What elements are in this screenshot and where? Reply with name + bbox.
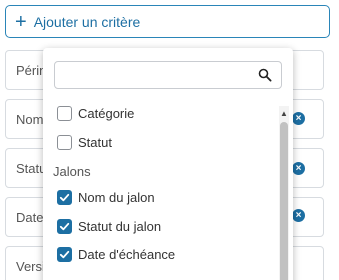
- scrollbar-thumb[interactable]: [280, 122, 288, 280]
- criterion-field-label: Périn: [16, 62, 47, 78]
- criterion-field-label: Date: [16, 209, 44, 225]
- criteria-dropdown: Catégorie Statut Jalons Nom du jalon Sta…: [43, 48, 293, 280]
- list-item-label: Catégorie: [78, 105, 135, 121]
- checkmark-icon: [59, 250, 70, 258]
- list-item-category[interactable]: Catégorie: [57, 104, 134, 122]
- group-label-milestones: Jalons: [53, 164, 91, 179]
- checkbox-milestone-name[interactable]: [57, 189, 72, 205]
- criterion-field-label: Versi: [16, 258, 45, 274]
- list-item-label: Date d'échéance: [78, 246, 176, 262]
- add-criterion-label: Ajouter un critère: [33, 13, 141, 30]
- criterion-field-label: Statu: [16, 160, 47, 176]
- remove-criterion-icon[interactable]: ×: [292, 162, 305, 175]
- checkbox-category[interactable]: [57, 105, 72, 121]
- search-input[interactable]: [55, 62, 255, 88]
- remove-criterion-icon[interactable]: ×: [292, 209, 305, 222]
- list-item-milestone-status[interactable]: Statut du jalon: [57, 217, 161, 235]
- list-item-label: Statut du jalon: [78, 218, 162, 234]
- plus-icon: +: [15, 10, 27, 33]
- list-item-label: Nom du jalon: [78, 189, 155, 205]
- search-box: [54, 61, 282, 89]
- checkbox-milestone-status[interactable]: [57, 218, 72, 234]
- checkmark-icon: [59, 193, 70, 201]
- list-item-milestone-name[interactable]: Nom du jalon: [57, 188, 155, 206]
- remove-criterion-icon[interactable]: ×: [292, 112, 305, 125]
- list-item-due-date[interactable]: Date d'échéance: [57, 245, 175, 263]
- scroll-up-arrow-icon[interactable]: ▲: [279, 110, 289, 118]
- criterion-field-label: Nom: [16, 111, 44, 127]
- criteria-list: Catégorie Statut Jalons Nom du jalon Sta…: [43, 104, 279, 280]
- checkmark-icon: [59, 222, 70, 230]
- list-item-status[interactable]: Statut: [57, 133, 112, 151]
- scrollbar[interactable]: ▲: [279, 106, 289, 280]
- search-icon: [258, 68, 272, 82]
- checkbox-status[interactable]: [57, 134, 72, 150]
- list-item-label: Statut: [78, 134, 112, 150]
- checkbox-due-date[interactable]: [57, 246, 72, 262]
- add-criterion-button[interactable]: + Ajouter un critère: [5, 5, 330, 38]
